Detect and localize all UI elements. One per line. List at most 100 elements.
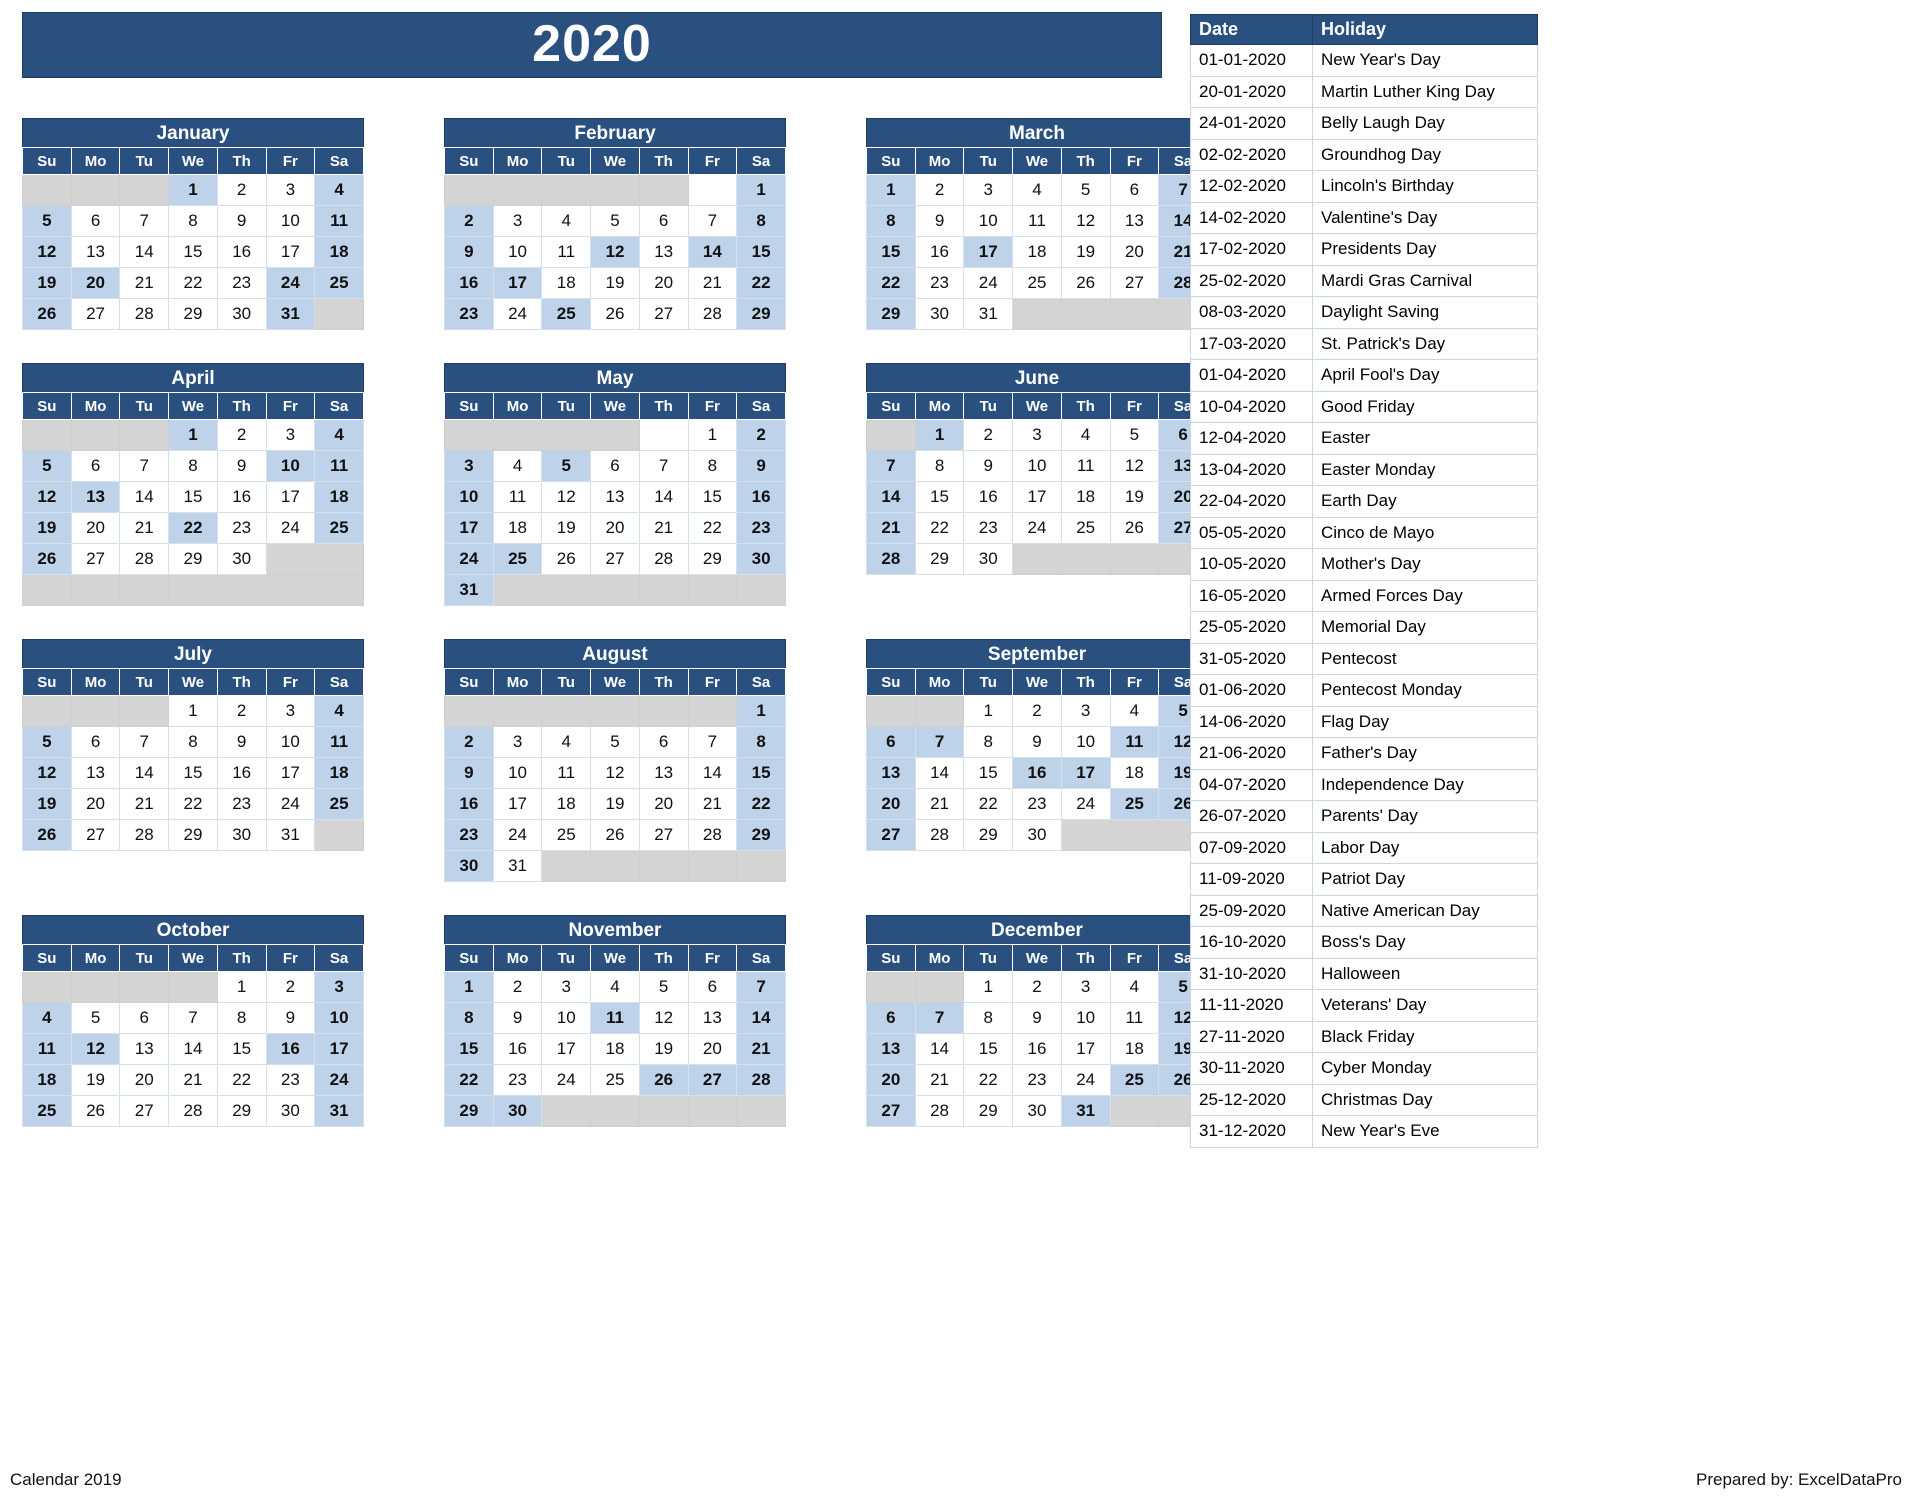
day-cell[interactable]: 2 <box>216 695 267 727</box>
day-cell[interactable]: 24 <box>1012 512 1062 544</box>
day-cell[interactable]: 3 <box>265 695 316 727</box>
day-cell[interactable]: 22 <box>444 1064 494 1096</box>
day-cell[interactable]: 18 <box>314 757 364 789</box>
day-cell[interactable]: 20 <box>638 788 689 820</box>
day-cell[interactable]: 25 <box>590 1064 640 1096</box>
day-cell[interactable]: 26 <box>638 1064 689 1096</box>
day-cell[interactable]: 7 <box>168 1002 218 1034</box>
day-cell[interactable]: 21 <box>914 1064 965 1096</box>
day-cell[interactable]: 5 <box>1060 174 1111 206</box>
day-cell[interactable]: 28 <box>119 819 170 851</box>
day-cell[interactable]: 9 <box>1012 1002 1062 1034</box>
day-cell[interactable]: 23 <box>492 1064 543 1096</box>
day-cell[interactable]: 2 <box>216 174 267 206</box>
day-cell[interactable]: 1 <box>687 419 738 451</box>
holiday-row[interactable]: 13-04-2020 Easter Monday <box>1190 453 1538 486</box>
day-cell[interactable]: 20 <box>119 1064 170 1096</box>
day-cell[interactable]: 20 <box>590 512 640 544</box>
day-cell[interactable]: 28 <box>119 298 170 330</box>
day-cell[interactable]: 18 <box>314 481 364 513</box>
day-cell[interactable]: 29 <box>444 1095 494 1127</box>
day-cell[interactable]: 26 <box>22 819 72 851</box>
day-cell[interactable]: 27 <box>1109 267 1160 299</box>
day-cell[interactable]: 14 <box>687 236 738 268</box>
day-cell[interactable]: 23 <box>216 267 267 299</box>
day-cell[interactable]: 17 <box>541 1033 592 1065</box>
holiday-row[interactable]: 14-02-2020 Valentine's Day <box>1190 201 1538 234</box>
day-cell[interactable]: 25 <box>541 819 592 851</box>
day-cell[interactable]: 2 <box>963 419 1014 451</box>
day-cell[interactable]: 3 <box>265 174 316 206</box>
day-cell[interactable]: 10 <box>444 481 494 513</box>
day-cell[interactable]: 8 <box>168 450 218 482</box>
day-cell[interactable]: 12 <box>590 236 640 268</box>
day-cell[interactable]: 11 <box>1060 450 1111 482</box>
day-cell[interactable]: 19 <box>590 788 640 820</box>
day-cell[interactable]: 10 <box>1060 1002 1111 1034</box>
day-cell[interactable]: 14 <box>914 757 965 789</box>
day-cell[interactable]: 10 <box>1012 450 1062 482</box>
day-cell[interactable]: 30 <box>963 543 1014 575</box>
day-cell[interactable]: 23 <box>914 267 965 299</box>
day-cell[interactable]: 27 <box>638 819 689 851</box>
day-cell[interactable]: 18 <box>541 788 592 820</box>
day-cell[interactable]: 8 <box>168 205 218 237</box>
day-cell[interactable]: 11 <box>590 1002 640 1034</box>
holiday-row[interactable]: 21-06-2020 Father's Day <box>1190 737 1538 770</box>
holiday-row[interactable]: 16-10-2020 Boss's Day <box>1190 926 1538 959</box>
day-cell[interactable]: 4 <box>541 726 592 758</box>
day-cell[interactable]: 3 <box>1060 695 1111 727</box>
day-cell[interactable]: 10 <box>492 236 543 268</box>
day-cell[interactable]: 13 <box>866 1033 916 1065</box>
day-cell[interactable]: 5 <box>590 726 640 758</box>
day-cell[interactable]: 10 <box>314 1002 364 1034</box>
day-cell[interactable]: 25 <box>1012 267 1062 299</box>
day-cell[interactable]: 16 <box>736 481 786 513</box>
day-cell[interactable]: 31 <box>963 298 1014 330</box>
day-cell[interactable]: 25 <box>492 543 543 575</box>
holiday-row[interactable]: 25-12-2020 Christmas Day <box>1190 1083 1538 1116</box>
day-cell[interactable]: 25 <box>314 267 364 299</box>
holiday-row[interactable]: 22-04-2020 Earth Day <box>1190 485 1538 518</box>
day-cell[interactable]: 10 <box>963 205 1014 237</box>
day-cell[interactable]: 8 <box>736 726 786 758</box>
day-cell[interactable]: 31 <box>265 819 316 851</box>
day-cell[interactable]: 28 <box>119 543 170 575</box>
day-cell[interactable]: 2 <box>1012 971 1062 1003</box>
holiday-row[interactable]: 27-11-2020 Black Friday <box>1190 1020 1538 1053</box>
day-cell[interactable]: 14 <box>638 481 689 513</box>
day-cell[interactable]: 4 <box>1109 971 1160 1003</box>
day-cell[interactable]: 25 <box>1060 512 1111 544</box>
day-cell[interactable]: 23 <box>963 512 1014 544</box>
day-cell[interactable]: 25 <box>1109 788 1160 820</box>
day-cell[interactable]: 14 <box>866 481 916 513</box>
day-cell[interactable]: 12 <box>541 481 592 513</box>
day-cell[interactable]: 30 <box>265 1095 316 1127</box>
day-cell[interactable]: 13 <box>70 757 121 789</box>
day-cell[interactable]: 8 <box>963 1002 1014 1034</box>
day-cell[interactable]: 21 <box>119 267 170 299</box>
day-cell[interactable]: 13 <box>70 481 121 513</box>
day-cell[interactable]: 27 <box>70 543 121 575</box>
holiday-row[interactable]: 17-02-2020 Presidents Day <box>1190 233 1538 266</box>
holiday-row[interactable]: 10-04-2020 Good Friday <box>1190 390 1538 423</box>
day-cell[interactable]: 24 <box>1060 788 1111 820</box>
day-cell[interactable]: 12 <box>22 757 72 789</box>
day-cell[interactable]: 10 <box>1060 726 1111 758</box>
day-cell[interactable]: 11 <box>541 757 592 789</box>
day-cell[interactable]: 30 <box>216 298 267 330</box>
day-cell[interactable]: 4 <box>314 695 364 727</box>
day-cell[interactable]: 16 <box>265 1033 316 1065</box>
day-cell[interactable]: 12 <box>638 1002 689 1034</box>
day-cell[interactable]: 1 <box>736 695 786 727</box>
day-cell[interactable]: 2 <box>444 726 494 758</box>
day-cell[interactable]: 4 <box>314 419 364 451</box>
day-cell[interactable]: 26 <box>70 1095 121 1127</box>
day-cell[interactable]: 24 <box>541 1064 592 1096</box>
day-cell[interactable]: 5 <box>590 205 640 237</box>
day-cell[interactable]: 19 <box>1109 481 1160 513</box>
day-cell[interactable]: 3 <box>963 174 1014 206</box>
day-cell[interactable]: 4 <box>1060 419 1111 451</box>
day-cell[interactable]: 9 <box>963 450 1014 482</box>
day-cell[interactable]: 28 <box>866 543 916 575</box>
